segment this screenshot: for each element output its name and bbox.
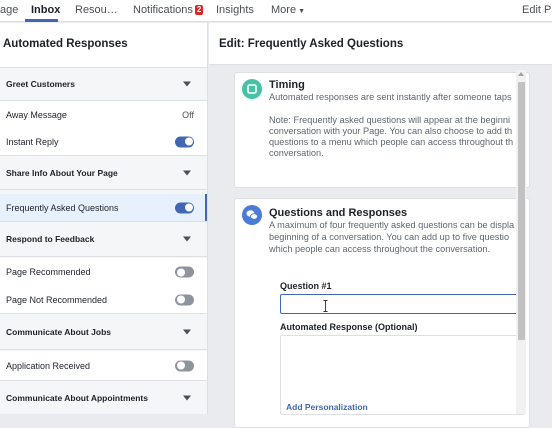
sidebar-item-page-not-recommended[interactable]: Page Not Recommended xyxy=(0,286,207,313)
add-personalization-link[interactable]: Add Personalization xyxy=(286,402,368,412)
timing-title: Timing xyxy=(269,79,305,91)
questions-title: Questions and Responses xyxy=(269,207,408,219)
tab-inbox[interactable]: Inbox xyxy=(31,4,60,16)
tab-more[interactable]: More ▼ xyxy=(271,4,305,16)
section-greet-customers[interactable]: Greet Customers xyxy=(0,68,207,100)
divider xyxy=(0,256,207,257)
notification-count-badge: 2 xyxy=(194,5,204,15)
section-jobs[interactable]: Communicate About Jobs xyxy=(0,314,207,349)
active-tab-indicator xyxy=(25,19,58,22)
automated-responses-sidebar: Automated Responses Greet Customers Away… xyxy=(0,23,208,414)
chevron-down-icon xyxy=(183,81,191,87)
tab-notifications-label: Notifications xyxy=(133,4,193,16)
item-label: Instant Reply xyxy=(6,136,59,147)
faq-note-line: conversation. xyxy=(269,148,324,158)
item-label: Frequently Asked Questions xyxy=(6,202,119,213)
item-label: Away Message xyxy=(6,109,67,120)
tab-insights[interactable]: Insights xyxy=(216,4,254,16)
sidebar-title: Automated Responses xyxy=(0,23,207,68)
top-navigation: age Inbox Resou… Notifications 2 Insights… xyxy=(0,0,552,22)
questions-description-line: beginning of a conversation. You can add… xyxy=(269,232,510,242)
section-label: Communicate About Jobs xyxy=(6,326,111,337)
selected-indicator xyxy=(205,194,207,221)
instant-reply-toggle[interactable] xyxy=(175,136,194,147)
faq-note-line: Note: Frequently asked questions will ap… xyxy=(269,115,511,125)
content-scrollbar[interactable] xyxy=(516,70,526,414)
caret-down-icon: ▼ xyxy=(298,8,305,15)
section-label: Share Info About Your Page xyxy=(6,167,118,178)
faq-toggle[interactable] xyxy=(175,202,194,213)
question-input[interactable] xyxy=(280,294,525,314)
scroll-up-arrow-icon[interactable] xyxy=(518,72,524,76)
editor-title: Edit: Frequently Asked Questions xyxy=(209,23,552,65)
faq-note-line: conversation with your Page. You can als… xyxy=(269,126,513,136)
questions-responses-card: Questions and Responses A maximum of fou… xyxy=(234,198,530,428)
tab-resources[interactable]: Resou… xyxy=(75,4,118,16)
application-received-toggle[interactable] xyxy=(175,360,194,371)
tab-edit-page[interactable]: Edit Pa xyxy=(522,4,552,16)
question-label: Question #1 xyxy=(280,281,332,291)
tab-notifications[interactable]: Notifications 2 xyxy=(133,4,204,16)
sidebar-item-application-received[interactable]: Application Received xyxy=(0,351,207,380)
item-label: Page Recommended xyxy=(6,267,91,277)
timing-description: Automated responses are sent instantly a… xyxy=(269,92,512,102)
divider xyxy=(0,189,207,190)
chevron-down-icon xyxy=(183,170,191,175)
tab-page[interactable]: age xyxy=(0,4,18,16)
sidebar-item-away-message[interactable]: Away Message Off xyxy=(0,101,207,128)
questions-description-line: A maximum of four frequently asked quest… xyxy=(269,220,515,230)
section-appointments[interactable]: Communicate About Appointments xyxy=(0,381,207,414)
chevron-down-icon xyxy=(183,395,191,400)
section-label: Communicate About Appointments xyxy=(6,392,148,403)
section-respond-feedback[interactable]: Respond to Feedback xyxy=(0,222,207,256)
sidebar-item-instant-reply[interactable]: Instant Reply xyxy=(0,128,207,155)
away-message-status: Off xyxy=(182,109,194,120)
questions-description-line: which people can access throughout the c… xyxy=(269,244,491,254)
clock-icon xyxy=(242,79,262,99)
chat-bubbles-icon xyxy=(242,205,262,225)
sidebar-item-faq[interactable]: Frequently Asked Questions xyxy=(0,194,207,221)
item-label: Application Received xyxy=(6,360,91,371)
chevron-down-icon xyxy=(183,329,191,334)
text-cursor-icon xyxy=(323,299,328,312)
scrollbar-thumb[interactable] xyxy=(518,82,525,340)
section-share-info[interactable]: Share Info About Your Page xyxy=(0,156,207,189)
faq-note-line: questions to a menu which people can acc… xyxy=(269,137,514,147)
tab-more-label: More xyxy=(271,4,297,16)
timing-card: Timing Automated responses are sent inst… xyxy=(234,72,530,188)
item-label: Page Not Recommended xyxy=(6,294,108,305)
response-label: Automated Response (Optional) xyxy=(280,322,418,332)
section-label: Greet Customers xyxy=(6,79,75,89)
section-label: Respond to Feedback xyxy=(6,234,95,244)
page-not-recommended-toggle[interactable] xyxy=(175,294,194,305)
chevron-down-icon xyxy=(183,236,191,242)
page-recommended-toggle[interactable] xyxy=(175,266,194,278)
sidebar-item-page-recommended[interactable]: Page Recommended xyxy=(0,258,207,286)
divider xyxy=(0,349,207,350)
